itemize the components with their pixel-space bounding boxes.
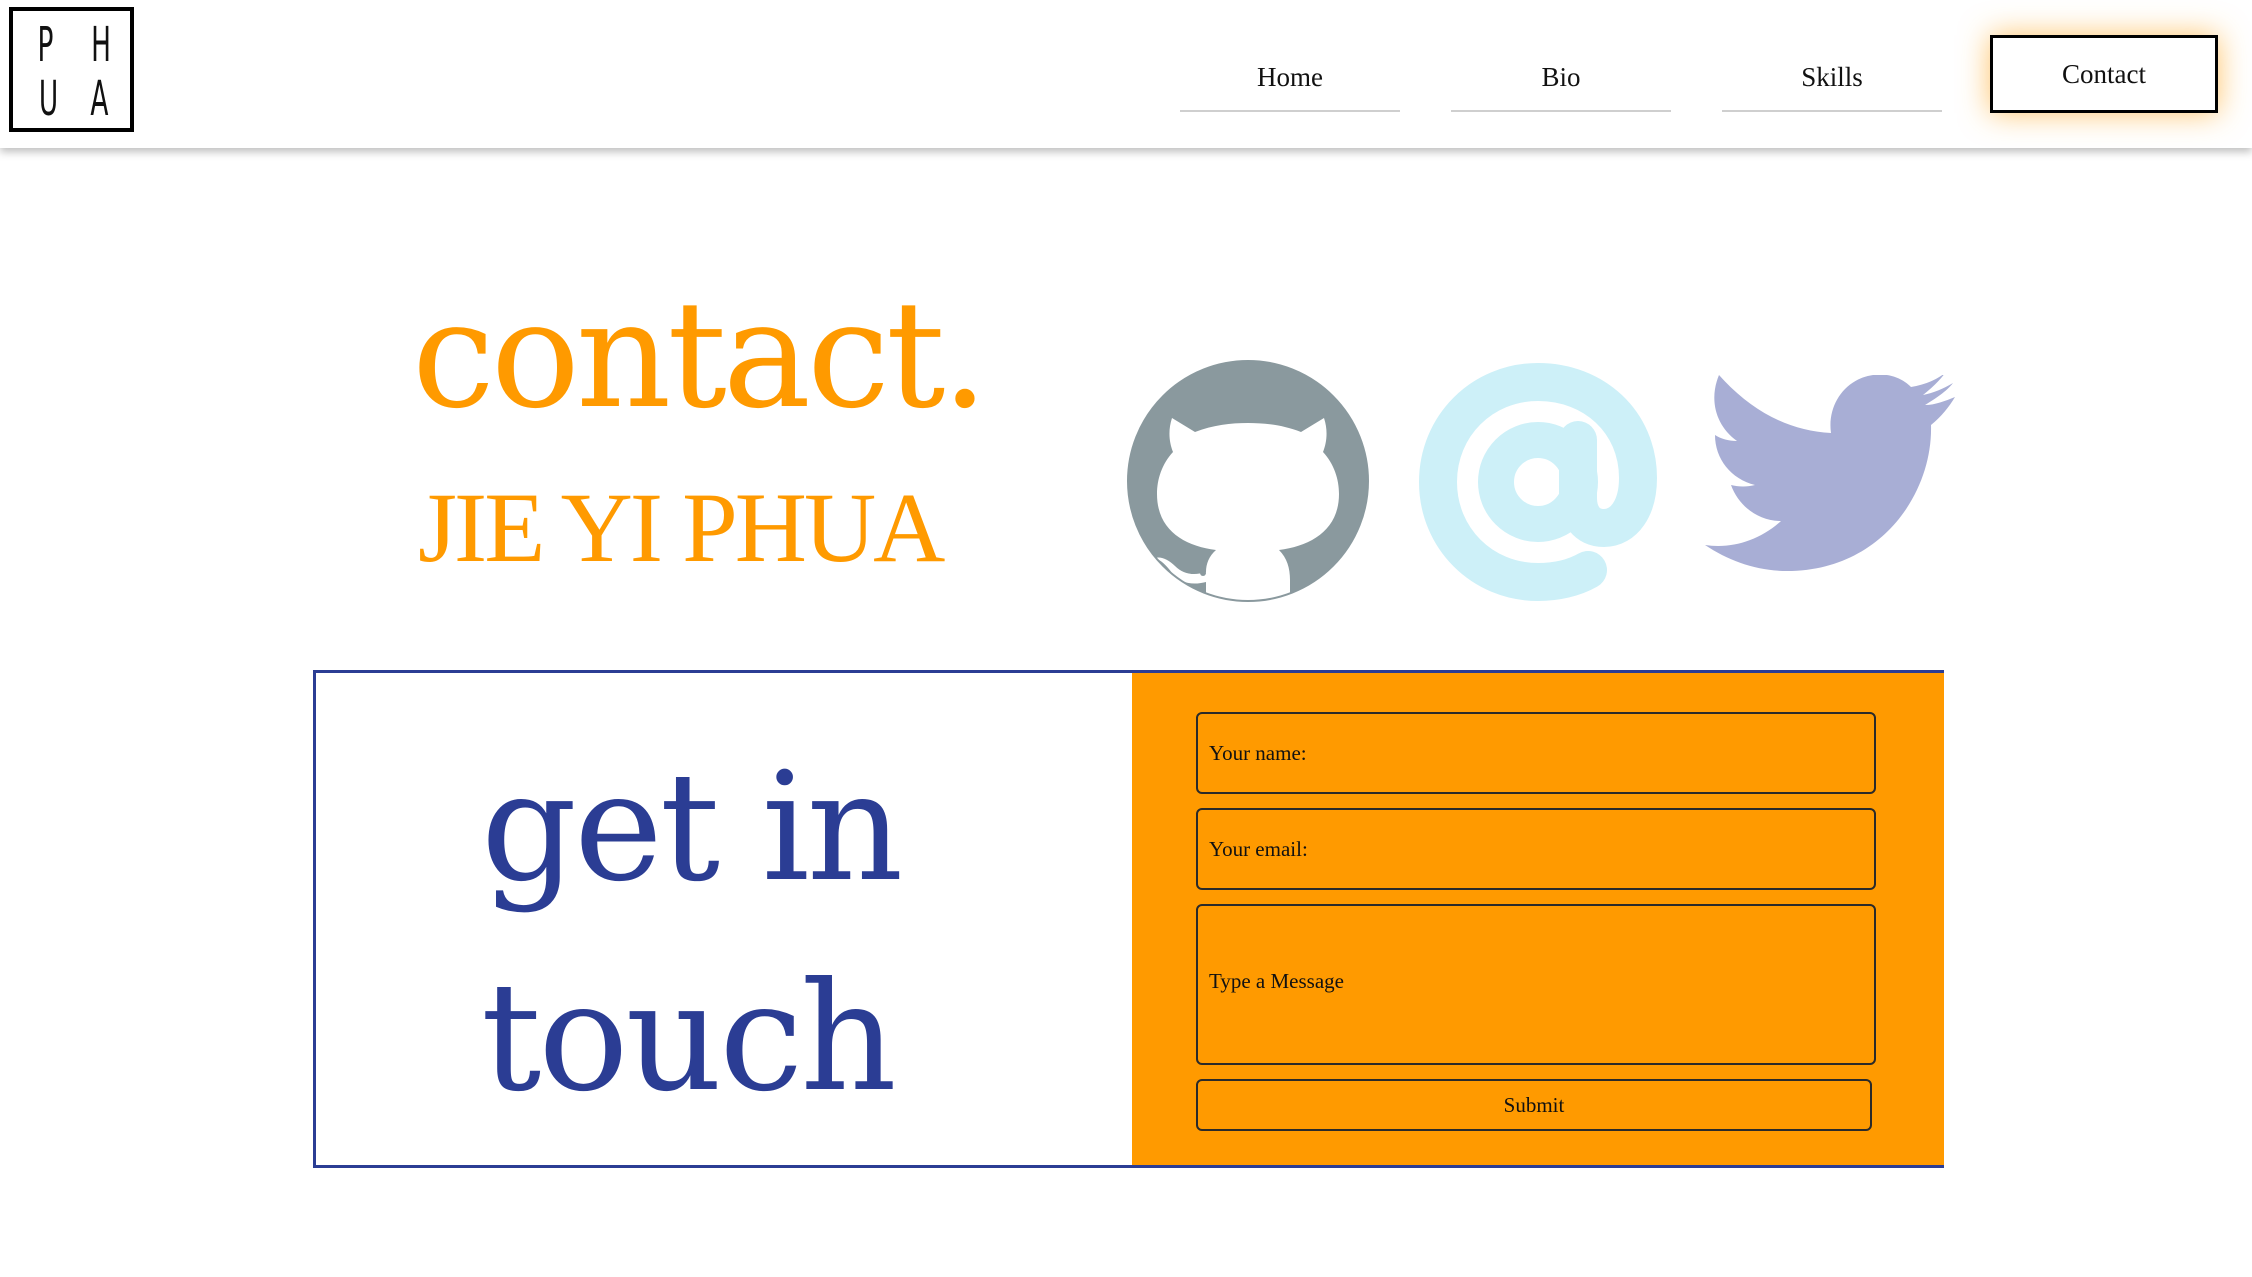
- twitter-icon: [1705, 373, 1955, 571]
- name-field[interactable]: [1196, 712, 1876, 794]
- twitter-link[interactable]: [1705, 373, 1955, 589]
- author-name: JIE YI PHUA: [418, 472, 945, 583]
- heading-line: touch: [481, 951, 897, 1125]
- logo-letter: U: [38, 71, 59, 127]
- nav-home[interactable]: Home: [1180, 44, 1400, 112]
- heading-line: get in: [481, 741, 903, 915]
- logo-letter: P: [37, 17, 54, 73]
- message-field[interactable]: [1196, 904, 1876, 1065]
- get-in-touch-heading: get in touch: [481, 723, 903, 1143]
- nav-skills[interactable]: Skills: [1722, 44, 1942, 112]
- contact-form: Submit: [1132, 673, 1944, 1165]
- logo-letter: H: [91, 17, 111, 73]
- page-title: contact.: [412, 269, 988, 441]
- github-icon: [1127, 360, 1369, 602]
- github-link[interactable]: [1127, 360, 1369, 606]
- nav-bio[interactable]: Bio: [1451, 44, 1671, 112]
- email-field[interactable]: [1196, 808, 1876, 890]
- site-header: P H U A Home Bio Skills Contact: [0, 0, 2252, 148]
- logo[interactable]: P H U A: [9, 7, 134, 132]
- logo-letter: A: [90, 71, 109, 127]
- contact-card: get in touch Submit: [313, 670, 1944, 1168]
- submit-button[interactable]: Submit: [1196, 1079, 1872, 1131]
- email-link[interactable]: [1416, 360, 1660, 608]
- at-sign-icon: [1418, 362, 1658, 602]
- nav-contact[interactable]: Contact: [1990, 35, 2218, 113]
